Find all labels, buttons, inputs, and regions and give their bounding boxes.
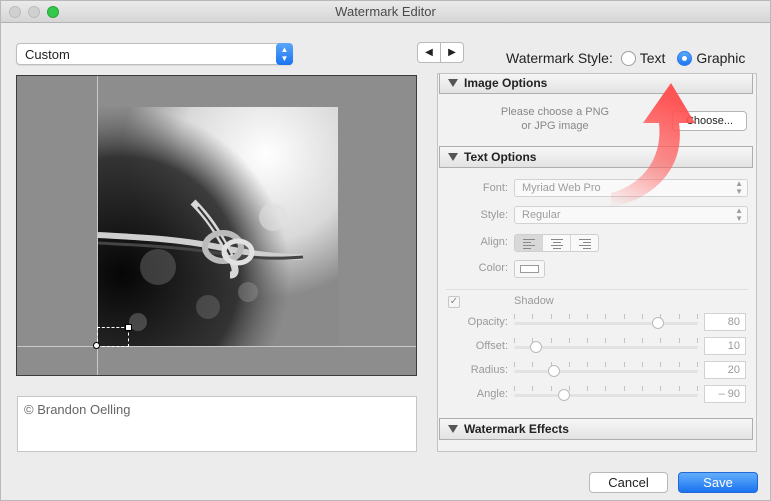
style-label: Style: [480, 209, 508, 221]
watermark-style-group: Watermark Style: Text Graphic [506, 50, 749, 66]
barbed-wire-photo [98, 107, 338, 346]
font-label: Font: [482, 182, 508, 194]
opacity-value[interactable]: 80 [704, 313, 746, 331]
horizontal-guide-line [17, 346, 416, 347]
opacity-slider[interactable] [514, 314, 698, 329]
graphic-radio[interactable] [677, 51, 693, 66]
image-options-title: Image Options [464, 76, 548, 90]
color-swatch [520, 265, 539, 273]
watermark-style-label: Watermark Style: [506, 50, 613, 66]
watermark-effects-title: Watermark Effects [464, 422, 569, 436]
align-right-button[interactable] [571, 235, 598, 251]
select-arrows-icon: ▲ ▼ [735, 206, 743, 223]
shadow-checkbox[interactable]: ✓ [448, 296, 460, 308]
disclosure-triangle-icon [448, 425, 458, 433]
title-bar: Watermark Editor [1, 1, 770, 23]
anchor-handle[interactable] [93, 342, 100, 349]
align-label: Align: [480, 236, 508, 248]
cancel-button[interactable]: Cancel [589, 472, 668, 493]
triangle-left-icon: ◀ [425, 47, 433, 58]
align-right-icon [578, 238, 591, 249]
dropdown-stepper-icon: ▲ ▼ [276, 43, 293, 65]
font-value: Myriad Web Pro [522, 182, 601, 194]
watermark-effects-header[interactable]: Watermark Effects [439, 418, 753, 440]
align-left-button[interactable] [515, 235, 543, 251]
offset-value[interactable]: 10 [704, 337, 746, 355]
preset-value: Custom [25, 47, 70, 62]
color-well[interactable] [514, 260, 545, 278]
slider-knob[interactable] [548, 365, 561, 377]
text-radio-label[interactable]: Text [640, 50, 666, 66]
align-left-icon [522, 238, 535, 249]
save-button[interactable]: Save [678, 472, 758, 493]
select-arrows-icon: ▲ ▼ [735, 179, 743, 196]
previous-image-button[interactable]: ◀ [417, 42, 441, 63]
angle-value[interactable]: – 90 [704, 385, 746, 403]
text-options-title: Text Options [464, 150, 537, 164]
color-label: Color: [478, 262, 508, 274]
offset-slider[interactable] [514, 338, 698, 353]
disclosure-triangle-icon [448, 79, 458, 87]
options-panel: Image Options Please choose a PNG or JPG… [437, 73, 757, 452]
watermark-editor-window: Watermark Editor Custom ▲ ▼ ◀ ▶ Watermark… [0, 0, 771, 501]
resize-handle[interactable] [125, 324, 132, 331]
triangle-right-icon: ▶ [448, 47, 456, 58]
caption-text: © Brandon Oelling [24, 402, 131, 417]
shadow-label: Shadow [514, 295, 554, 307]
choose-image-button[interactable]: Choose... [672, 111, 747, 131]
image-hint: Please choose a PNG or JPG image [500, 106, 610, 132]
style-value: Regular [522, 209, 561, 221]
preview-photo [98, 107, 338, 346]
watermark-preview [16, 75, 417, 376]
angle-label: Angle: [476, 388, 508, 400]
radius-value[interactable]: 20 [704, 361, 746, 379]
radius-slider[interactable] [514, 362, 698, 377]
text-radio[interactable] [620, 51, 636, 66]
radius-label: Radius: [470, 364, 508, 376]
caption-textbox[interactable]: © Brandon Oelling [17, 396, 417, 452]
divider [446, 289, 748, 290]
angle-slider[interactable] [514, 386, 698, 401]
offset-label: Offset: [475, 340, 508, 352]
align-center-icon [550, 238, 563, 249]
next-image-button[interactable]: ▶ [440, 42, 464, 63]
align-control [514, 234, 599, 252]
slider-knob[interactable] [651, 317, 664, 329]
text-options-header[interactable]: Text Options [439, 146, 753, 168]
style-select[interactable]: Regular ▲ ▼ [514, 206, 748, 224]
slider-knob[interactable] [530, 341, 543, 353]
font-select[interactable]: Myriad Web Pro ▲ ▼ [514, 179, 748, 197]
opacity-label: Opacity: [467, 316, 508, 328]
preset-dropdown[interactable]: Custom ▲ ▼ [16, 43, 293, 65]
disclosure-triangle-icon [448, 153, 458, 161]
image-options-header[interactable]: Image Options [439, 74, 753, 94]
graphic-radio-label[interactable]: Graphic [696, 50, 745, 66]
slider-knob[interactable] [557, 389, 570, 401]
align-center-button[interactable] [543, 235, 571, 251]
window-title: Watermark Editor [335, 4, 436, 19]
